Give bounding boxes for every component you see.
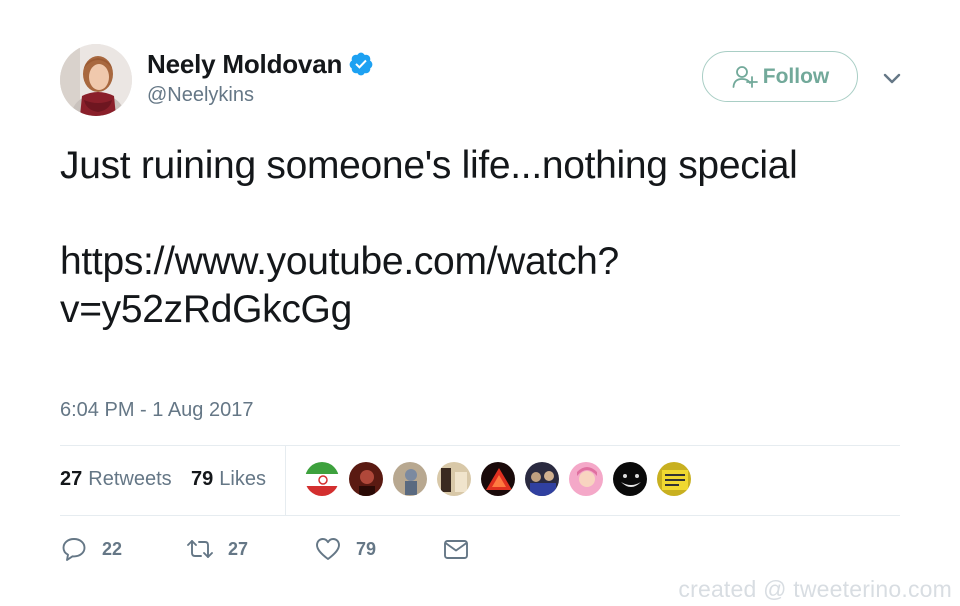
tweet-stats: 27 Retweets 79 Likes: [60, 446, 900, 515]
liker-avatar-room[interactable]: [436, 461, 472, 497]
like-count: 79: [356, 538, 377, 559]
tweet-header: Neely Moldovan @Neelykins Follow: [60, 44, 901, 118]
direct-message-button[interactable]: [442, 533, 484, 565]
reply-button[interactable]: 22: [60, 533, 122, 565]
watermark: created @ tweeterino.com: [678, 576, 952, 602]
user-handle[interactable]: @Neelykins: [147, 84, 374, 107]
chevron-down-icon[interactable]: [880, 66, 904, 90]
liker-avatar-red-portrait[interactable]: [348, 461, 384, 497]
avatar[interactable]: [60, 44, 132, 116]
tweet-line: Just ruining someone's life...nothing sp…: [60, 144, 798, 187]
retweets-label: Retweets: [88, 468, 172, 490]
reply-icon: [62, 538, 86, 561]
retweet-count: 27: [228, 538, 249, 559]
reply-count: 22: [102, 538, 123, 559]
follow-label: Follow: [762, 64, 830, 88]
like-button[interactable]: 79: [314, 533, 376, 565]
add-user-icon: [731, 63, 759, 91]
liker-avatar-iran-flag[interactable]: [304, 461, 340, 497]
tweet-timestamp[interactable]: 6:04 PM - 1 Aug 2017: [60, 399, 253, 422]
verified-badge-icon: [348, 51, 374, 77]
liker-avatar-pink-hair[interactable]: [568, 461, 604, 497]
likes-label: Likes: [219, 468, 266, 490]
retweet-button[interactable]: 27: [186, 533, 248, 565]
liker-avatar-protest-sign[interactable]: [656, 461, 692, 497]
liker-avatar-group[interactable]: [524, 461, 560, 497]
display-name[interactable]: Neely Moldovan: [147, 49, 342, 80]
user-info: Neely Moldovan @Neelykins: [147, 48, 374, 107]
liker-avatar-dark-face[interactable]: [612, 461, 648, 497]
envelope-icon: [444, 540, 468, 559]
tweet-link-part2[interactable]: v=y52zRdGkcGg: [60, 286, 920, 334]
profile-photo: [60, 44, 132, 116]
retweets-stat[interactable]: 27 Retweets: [60, 468, 172, 491]
likes-stat[interactable]: 79 Likes: [191, 468, 266, 491]
tweet-link-part1[interactable]: https://www.youtube.com/watch?: [60, 238, 920, 286]
tweet-actions: 22 27 79: [60, 533, 560, 565]
liker-avatar-cyclist[interactable]: [392, 461, 428, 497]
heart-icon: [316, 538, 340, 560]
retweets-count: 27: [60, 468, 83, 490]
likes-count: 79: [191, 468, 214, 490]
tweet-text: Just ruining someone's life...nothing sp…: [60, 142, 920, 334]
liker-avatar-red-triangle[interactable]: [480, 461, 516, 497]
retweet-icon: [187, 540, 213, 558]
follow-button[interactable]: Follow: [702, 51, 858, 102]
stats-separator: [285, 446, 286, 515]
divider: [60, 515, 900, 516]
